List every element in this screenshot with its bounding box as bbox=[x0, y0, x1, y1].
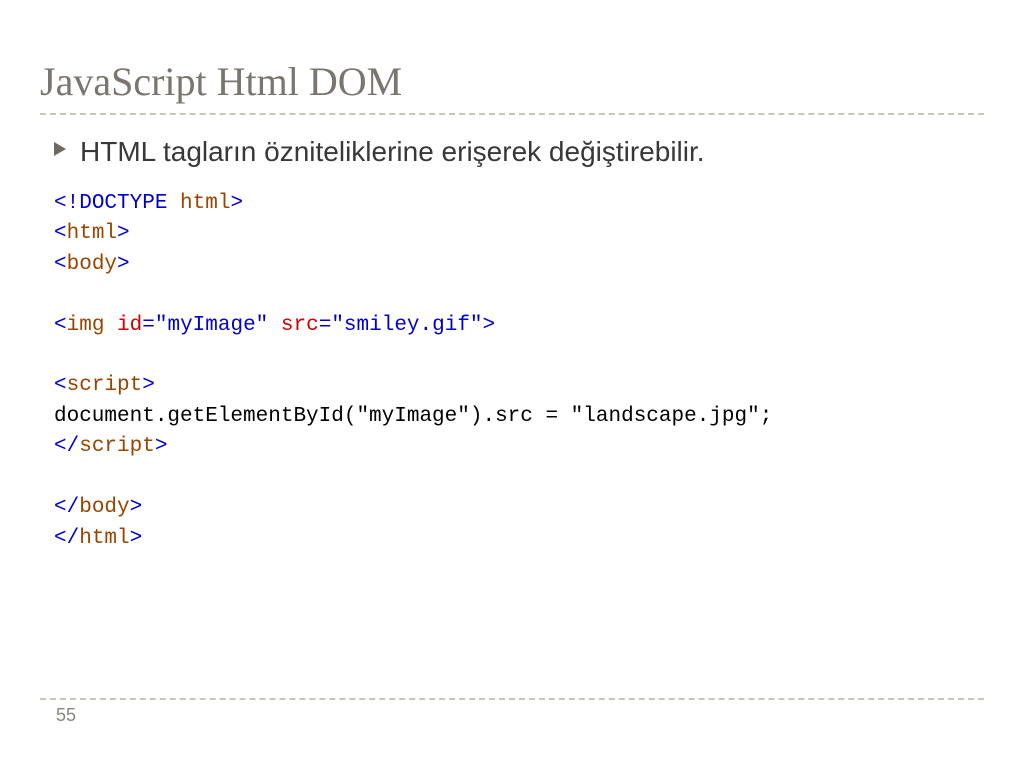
code-token: src bbox=[281, 314, 319, 337]
code-token: <! bbox=[54, 192, 79, 215]
code-token bbox=[167, 192, 180, 215]
code-block: <!DOCTYPE html> <html> <body> <img id="m… bbox=[54, 189, 984, 554]
code-token: > bbox=[483, 314, 496, 337]
code-token: "myImage" bbox=[155, 314, 268, 337]
bullet-item: HTML tagların özniteliklerine erişerek d… bbox=[54, 133, 984, 171]
code-token: body bbox=[79, 496, 129, 519]
code-token: "smiley.gif" bbox=[331, 314, 482, 337]
code-token: > bbox=[155, 435, 168, 458]
page-number: 55 bbox=[56, 705, 76, 726]
code-token: img bbox=[67, 314, 105, 337]
triangle-right-icon bbox=[54, 142, 66, 161]
code-token bbox=[268, 314, 281, 337]
slide: JavaScript Html DOM HTML tagların öznite… bbox=[0, 0, 1024, 768]
code-token: < bbox=[54, 253, 67, 276]
code-token: id bbox=[117, 314, 142, 337]
code-token: > bbox=[117, 222, 130, 245]
bullet-text: HTML tagların özniteliklerine erişerek d… bbox=[80, 133, 705, 171]
code-token: html bbox=[67, 222, 117, 245]
code-token: = bbox=[142, 314, 155, 337]
code-token: html bbox=[180, 192, 230, 215]
code-token: script bbox=[79, 435, 155, 458]
code-token: script bbox=[67, 374, 143, 397]
code-token: > bbox=[130, 527, 143, 550]
code-token: > bbox=[130, 496, 143, 519]
code-token: > bbox=[230, 192, 243, 215]
code-token: document.getElementById("myImage").src =… bbox=[54, 405, 772, 428]
code-token: DOCTYPE bbox=[79, 192, 167, 215]
code-token bbox=[104, 314, 117, 337]
code-token: </ bbox=[54, 527, 79, 550]
footer-divider bbox=[40, 698, 984, 700]
code-token: </ bbox=[54, 435, 79, 458]
code-token: html bbox=[79, 527, 129, 550]
code-token: < bbox=[54, 222, 67, 245]
code-token: < bbox=[54, 374, 67, 397]
slide-title: JavaScript Html DOM bbox=[40, 58, 984, 105]
code-token: > bbox=[142, 374, 155, 397]
code-token: < bbox=[54, 314, 67, 337]
title-divider bbox=[40, 113, 984, 115]
code-token: body bbox=[67, 253, 117, 276]
code-token: </ bbox=[54, 496, 79, 519]
code-token: = bbox=[319, 314, 332, 337]
code-token: > bbox=[117, 253, 130, 276]
